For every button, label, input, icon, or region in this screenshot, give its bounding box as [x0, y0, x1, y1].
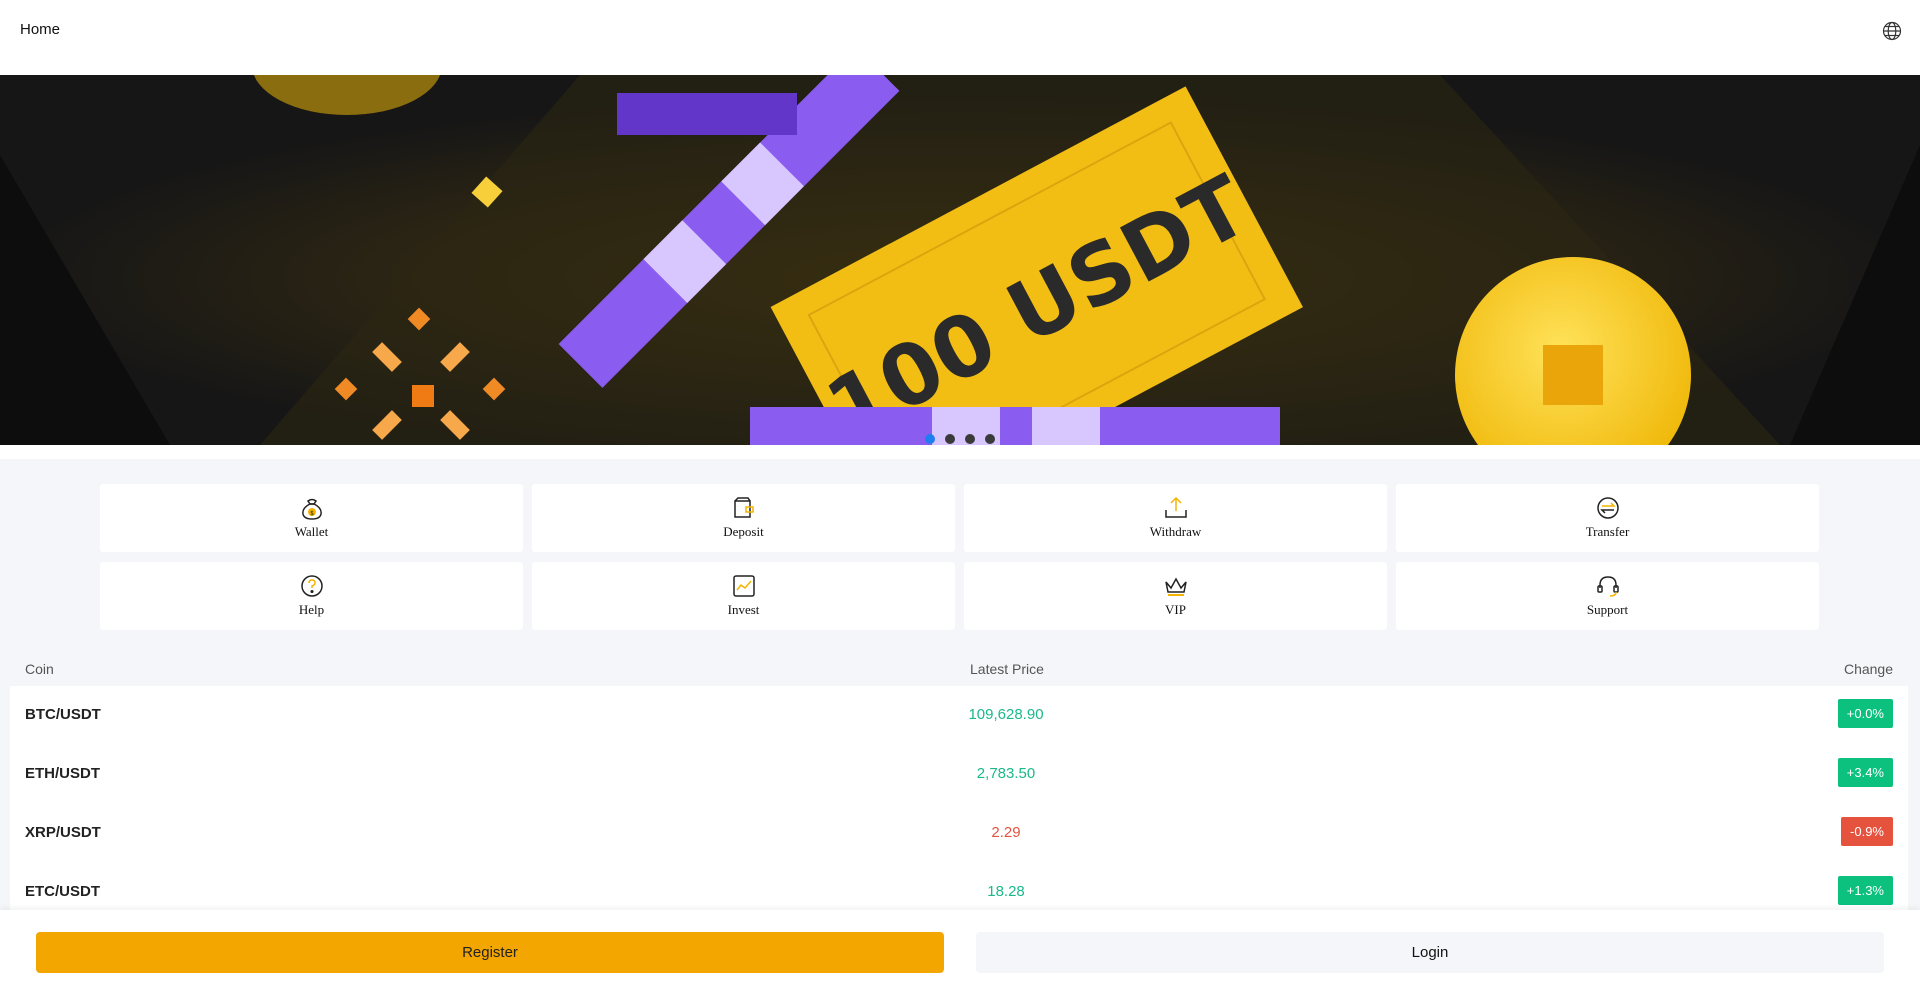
col-change[interactable]: Change [1844, 661, 1893, 677]
vip-crown-icon [1164, 577, 1187, 596]
auth-footer: Register Login [0, 910, 1920, 993]
transfer-arrows-icon [1596, 497, 1619, 519]
carousel-dot[interactable] [945, 434, 955, 444]
coin-pair: ETH/USDT [25, 765, 100, 782]
col-coin[interactable]: Coin [25, 661, 54, 677]
wallet-bag-icon: $ [301, 498, 322, 520]
carousel-dot[interactable] [985, 434, 995, 444]
help-question-icon [300, 575, 323, 597]
menu-label: VIP [1165, 602, 1186, 617]
menu-label: Help [298, 602, 325, 617]
market-row[interactable]: BTC/USDT 109,628.90 +0.0% [10, 686, 1908, 745]
latest-price: 18.28 [987, 883, 1025, 900]
change-badge: +1.3% [1837, 876, 1893, 905]
menu-label: Invest [727, 602, 760, 617]
menu-help[interactable]: Help [100, 562, 523, 630]
coin-pair: XRP/USDT [25, 824, 101, 841]
carousel-dots [0, 434, 1920, 444]
promo-banner[interactable]: 100 USDT [0, 75, 1920, 445]
menu-invest[interactable]: Invest [532, 562, 955, 630]
menu-withdraw[interactable]: Withdraw [964, 484, 1387, 552]
menu-label: Withdraw [1149, 524, 1202, 539]
menu-label: Support [1586, 602, 1629, 617]
market-row[interactable]: ETC/USDT 18.28 +1.3% [10, 863, 1908, 910]
invest-chart-icon [732, 575, 755, 597]
menu-label: Wallet [294, 524, 329, 539]
menu-wallet[interactable]: $ Wallet [100, 484, 523, 552]
deposit-wallet-icon [733, 497, 754, 518]
withdraw-upload-icon [1164, 496, 1187, 518]
change-badge: +3.4% [1837, 758, 1893, 787]
market-row[interactable]: ETH/USDT 2,783.50 +3.4% [10, 745, 1908, 804]
menu-support[interactable]: Support [1396, 562, 1819, 630]
login-button[interactable]: Login [976, 932, 1884, 973]
register-button[interactable]: Register [36, 932, 944, 973]
menu-label: Transfer [1585, 524, 1630, 539]
carousel-dot[interactable] [925, 434, 935, 444]
coin-pair: ETC/USDT [25, 883, 100, 900]
coin-pair: BTC/USDT [25, 706, 101, 723]
menu-transfer[interactable]: Transfer [1396, 484, 1819, 552]
globe-icon[interactable] [1882, 21, 1902, 41]
menu-deposit[interactable]: Deposit [532, 484, 955, 552]
latest-price: 109,628.90 [968, 706, 1044, 723]
market-row[interactable]: XRP/USDT 2.29 -0.9% [10, 804, 1908, 863]
support-headset-icon [1596, 576, 1619, 597]
change-badge: -0.9% [1841, 817, 1893, 846]
latest-price: 2,783.50 [976, 765, 1036, 782]
carousel-dot[interactable] [965, 434, 975, 444]
menu-label: Deposit [723, 524, 764, 539]
svg-text:$: $ [310, 510, 314, 517]
market-table: Coin Latest Price Change BTC/USDT 109,62… [10, 650, 1908, 910]
menu-vip[interactable]: VIP [964, 562, 1387, 630]
top-bar: Home [0, 0, 1920, 75]
page-title: Home [20, 21, 61, 38]
quick-menu: $ Wallet Deposit Withdraw Transfer Help … [100, 484, 1820, 630]
change-badge: +0.0% [1837, 699, 1893, 728]
banner-bottom-strip [0, 445, 1920, 459]
col-latest-price[interactable]: Latest Price [970, 661, 1044, 677]
market-header: Coin Latest Price Change [10, 650, 1908, 686]
latest-price: 2.29 [991, 824, 1021, 841]
